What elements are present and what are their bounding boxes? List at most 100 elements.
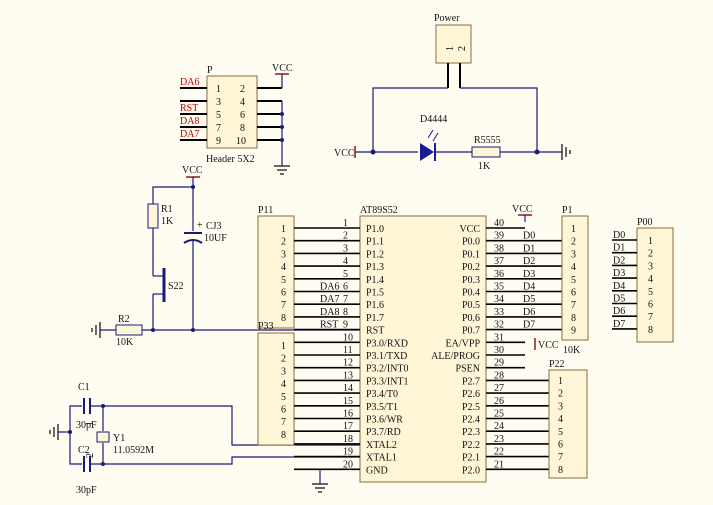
mcu-pin-name: P3.1/TXD xyxy=(366,351,407,362)
p1-pin-number: 2 xyxy=(571,237,576,248)
mcu-pin-name: ALE/PROG xyxy=(431,351,480,362)
crystal-c1-ref: C1 xyxy=(78,382,90,393)
mcu-pin-number: 38 xyxy=(494,243,504,254)
mcu-pin-name: P1.7 xyxy=(366,313,384,324)
mcu-name: AT89S52 xyxy=(360,205,398,216)
mcu-net-label: D2 xyxy=(523,256,535,267)
mcu-pin-name: P2.3 xyxy=(462,427,480,438)
mcu-pin-name: P1.4 xyxy=(366,275,384,286)
p22-pin-number: 2 xyxy=(558,389,563,400)
ground-icon xyxy=(312,483,328,493)
p11-pin-number: 6 xyxy=(281,288,286,299)
mcu-pin-number: 3 xyxy=(343,243,348,254)
p00-net-label: D3 xyxy=(613,268,625,279)
power-resistor-ref: R5555 xyxy=(474,135,501,146)
power-connector xyxy=(435,24,472,64)
reset-vcc-label: VCC xyxy=(182,165,203,176)
header-p-pin: 8 xyxy=(240,123,245,134)
mcu-pin-name: P1.0 xyxy=(366,224,384,235)
mcu-pin-name: P0.6 xyxy=(462,313,480,324)
mcu-pin-number: 35 xyxy=(494,282,504,293)
p22-pin-number: 5 xyxy=(558,427,563,438)
mcu-net-label: D1 xyxy=(523,243,535,254)
p22-body xyxy=(548,369,588,479)
mcu-pin-name: PSEN xyxy=(456,364,480,375)
mcu-pin-number: 16 xyxy=(343,409,353,420)
mcu-pin-name: P2.6 xyxy=(462,389,480,400)
p00-net-label: D1 xyxy=(613,243,625,254)
ground-icon xyxy=(561,144,571,160)
mcu-pin-number: 39 xyxy=(494,231,504,242)
mcu-pin-number: 30 xyxy=(494,345,504,356)
mcu-pin-number: 25 xyxy=(494,409,504,420)
header-p-net-7: DA8 xyxy=(180,116,199,127)
reset-vcc-wire xyxy=(152,177,194,204)
p00-net-label: D4 xyxy=(613,281,625,292)
p1-pin-number: 9 xyxy=(571,326,576,337)
p33-pin-number: 2 xyxy=(281,354,286,365)
p00-pin-number: 1 xyxy=(648,236,653,247)
p11-pin-number: 3 xyxy=(281,249,286,260)
junction-dot xyxy=(191,328,195,332)
reset-r2-value: 10K xyxy=(116,337,134,348)
p00-net-label: D7 xyxy=(613,319,625,330)
p11-pin-number: 2 xyxy=(281,237,286,248)
header-p-pin: 10 xyxy=(236,136,246,147)
junction-dot xyxy=(280,112,284,116)
led-arrow xyxy=(427,129,434,139)
crystal-icon xyxy=(96,431,110,443)
schematic: Power 1 2 VCC D4444 R5555 1K P DA6 RST D… xyxy=(49,13,674,496)
power-pin-2: 2 xyxy=(457,46,468,51)
p1-value: 10K xyxy=(563,345,581,356)
reset-r2-ref: R2 xyxy=(118,314,130,325)
reset-r1-value: 1K xyxy=(161,216,174,227)
p1-pin-number: 3 xyxy=(571,249,576,260)
mcu-pin-number: 11 xyxy=(343,345,353,356)
header-p-name: Header 5X2 xyxy=(206,154,255,165)
crystal-pin-2: 2 xyxy=(85,453,96,458)
mcu-ea-vcc-label: VCC xyxy=(538,340,559,351)
header-p-pin: 2 xyxy=(240,84,245,95)
p1-pins: 123456789 xyxy=(571,224,576,337)
resistor-icon xyxy=(115,324,143,336)
header-p-pin: 4 xyxy=(240,97,245,108)
junction-dot xyxy=(68,430,72,434)
mcu-net-label: D7 xyxy=(523,320,535,331)
p00-net-label: D6 xyxy=(613,306,625,317)
p00-net-label: D2 xyxy=(613,255,625,266)
p33-pin-number: 6 xyxy=(281,405,286,416)
mcu-pin-number: 17 xyxy=(343,421,353,432)
mcu-pin-name: P3.2/INT0 xyxy=(366,364,409,375)
mcu-pin-number: 37 xyxy=(494,256,504,267)
p1-pin-number: 1 xyxy=(571,224,576,235)
reset-r1-ref: R1 xyxy=(161,204,173,215)
mcu-pin-name: P0.5 xyxy=(462,300,480,311)
crystal-c2-value: 30pF xyxy=(76,485,97,496)
header-p-pin: 9 xyxy=(216,136,221,147)
junction-dot xyxy=(534,149,540,155)
header-p-net-9: DA7 xyxy=(180,129,199,140)
p00-pin-number: 8 xyxy=(648,325,653,336)
p22-pin-number: 6 xyxy=(558,440,563,451)
mcu-pin-name: P2.0 xyxy=(462,465,480,476)
mcu-pin-number: 29 xyxy=(494,358,504,369)
p00-net-label: D0 xyxy=(613,230,625,241)
mcu-pin-name: P3.5/T1 xyxy=(366,402,398,413)
mcu-pin-name: RST xyxy=(366,326,384,337)
crystal-y-value: 11.0592M xyxy=(113,445,154,456)
mcu-net-label: D6 xyxy=(523,307,535,318)
p22-pin-number: 1 xyxy=(558,376,563,387)
p00-pin-number: 5 xyxy=(648,287,653,298)
mcu-net-label: DA7 xyxy=(320,294,339,305)
p00-pin-number: 3 xyxy=(648,261,653,272)
resistor-icon xyxy=(147,203,159,229)
p33-pin-number: 4 xyxy=(281,379,286,390)
mcu-pin-name: P0.4 xyxy=(462,288,480,299)
junction-dot xyxy=(101,462,105,466)
mcu-pin-name: P1.2 xyxy=(366,249,384,260)
header-p-pin: 7 xyxy=(216,123,221,134)
crystal-pin-1: 1 xyxy=(85,421,96,426)
p33-pins: 12345678 xyxy=(281,341,286,441)
mcu-pin-number: 34 xyxy=(494,294,504,305)
mcu-pin-number: 6 xyxy=(343,282,348,293)
